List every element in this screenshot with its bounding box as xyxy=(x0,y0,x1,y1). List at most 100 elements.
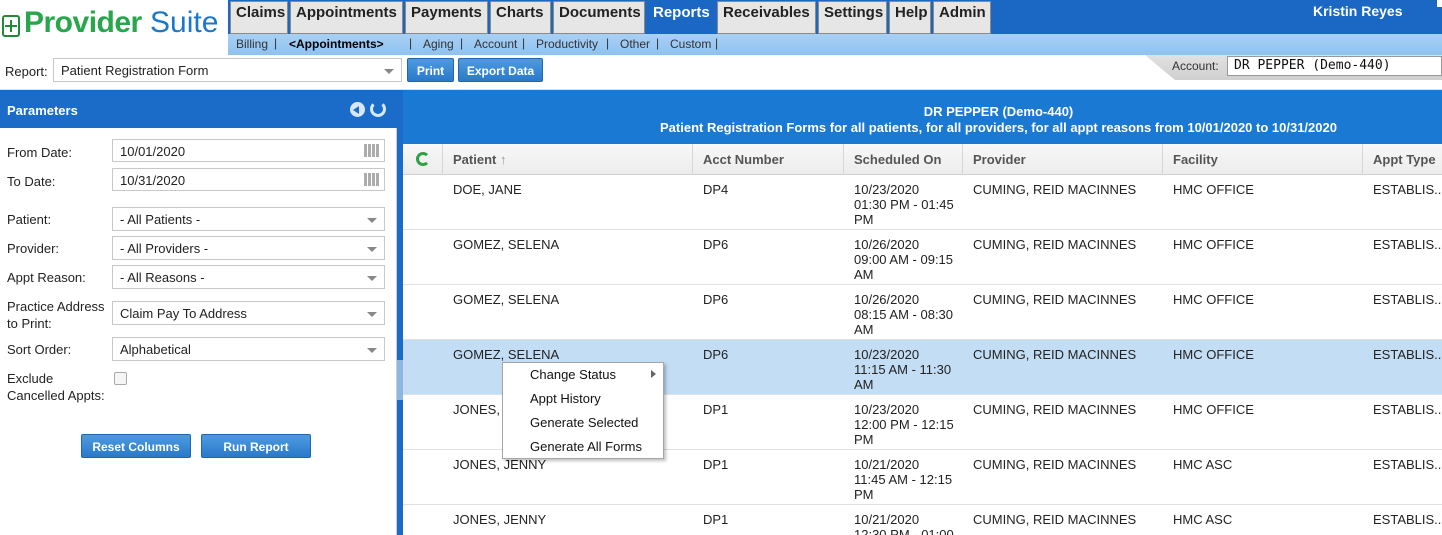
cell-facility: HMC OFFICE xyxy=(1173,182,1254,197)
column-header-patient[interactable]: Patient ↑ xyxy=(442,144,692,175)
cell-appt-type: ESTABLIS... xyxy=(1373,237,1442,252)
account-label: Account: xyxy=(1172,59,1219,73)
print-button[interactable]: Print xyxy=(407,58,454,82)
subnav-separator: | xyxy=(656,36,660,50)
tab-appointments[interactable]: Appointments xyxy=(290,1,403,34)
calendar-icon[interactable] xyxy=(364,173,379,186)
menu-item-generate-selected[interactable]: Generate Selected xyxy=(530,415,638,430)
cell-appt-type: ESTABLIS... xyxy=(1373,182,1442,197)
cell-acct-number: DP6 xyxy=(703,237,729,252)
patient-label: Patient: xyxy=(7,212,52,227)
column-header-scheduled-on[interactable]: Scheduled On xyxy=(843,144,962,175)
cell-patient: GOMEZ, SELENA xyxy=(453,237,560,252)
tab-admin[interactable]: Admin xyxy=(933,1,991,34)
table-row[interactable]: DOE, JANE DP4 10/23/2020 01:30 PM - 01:45 … xyxy=(403,175,1442,230)
patient-select[interactable]: - All Patients - xyxy=(112,207,385,231)
menu-item-appt-history[interactable]: Appt History xyxy=(530,391,601,406)
cell-provider: CUMING, REID MACINNES xyxy=(973,292,1137,307)
main-nav: Claims Appointments Payments Charts Docu… xyxy=(228,0,1442,34)
cell-patient: GOMEZ, SELENA xyxy=(453,292,560,307)
table-row[interactable]: GOMEZ, SELENA DP6 10/26/2020 08:15 AM - 08… xyxy=(403,285,1442,340)
cell-patient: JONES, JENNY xyxy=(453,457,547,472)
appt-reason-select[interactable]: - All Reasons - xyxy=(112,265,385,289)
tab-receivables[interactable]: Receivables xyxy=(717,1,816,34)
run-report-button[interactable]: Run Report xyxy=(201,434,311,458)
exclude-cancelled-checkbox[interactable] xyxy=(114,372,127,385)
cell-facility: HMC ASC xyxy=(1173,457,1233,472)
reset-columns-button[interactable]: Reset Columns xyxy=(81,434,191,458)
table-row[interactable]: JONES, JENNY DP1 10/21/2020 12:30 PM - 01:… xyxy=(403,505,1442,535)
cell-scheduled-on: 10/23/2020 12:00 PM - 12:15 PM xyxy=(854,402,954,447)
menu-item-generate-all-forms[interactable]: Generate All Forms xyxy=(530,439,642,454)
subtab-productivity[interactable]: Productivity xyxy=(536,37,598,51)
to-date-input[interactable]: 10/31/2020 xyxy=(112,168,385,191)
provider-select[interactable]: - All Providers - xyxy=(112,236,385,260)
report-select[interactable]: Patient Registration Form xyxy=(53,58,402,82)
tab-settings[interactable]: Settings xyxy=(818,1,887,34)
chevron-down-icon xyxy=(367,218,377,223)
subtab-aging[interactable]: Aging xyxy=(423,37,454,51)
provider-label: Provider: xyxy=(7,241,60,256)
column-header-acct-number[interactable]: Acct Number xyxy=(692,144,843,175)
subtab-appointments[interactable]: <Appointments> xyxy=(289,37,384,51)
to-date-label: To Date: xyxy=(7,174,56,189)
tab-payments[interactable]: Payments xyxy=(405,1,488,34)
subtab-custom[interactable]: Custom xyxy=(670,37,711,51)
tab-help[interactable]: Help xyxy=(889,1,931,34)
tab-documents[interactable]: Documents xyxy=(553,1,645,34)
practice-address-label: Practice Address xyxy=(7,299,105,314)
practice-address-label-2: to Print: xyxy=(7,316,52,331)
subtab-other[interactable]: Other xyxy=(620,37,650,51)
sort-order-select[interactable]: Alphabetical xyxy=(112,337,385,361)
account-input[interactable]: DR PEPPER (Demo-440) xyxy=(1227,56,1442,76)
report-panel: DR PEPPER (Demo-440) Patient Registratio… xyxy=(403,90,1442,535)
cell-provider: CUMING, REID MACINNES xyxy=(973,182,1137,197)
subtab-billing[interactable]: Billing xyxy=(236,37,268,51)
cell-acct-number: DP1 xyxy=(703,512,729,527)
cell-provider: CUMING, REID MACINNES xyxy=(973,512,1137,527)
subtab-account[interactable]: Account xyxy=(474,37,517,51)
cell-facility: HMC OFFICE xyxy=(1173,237,1254,252)
cell-scheduled-on: 10/26/2020 09:00 AM - 09:15 AM xyxy=(854,237,954,282)
from-date-input[interactable]: 10/01/2020 xyxy=(112,139,385,162)
cell-patient: JONES, xyxy=(453,402,500,417)
cell-facility: HMC OFFICE xyxy=(1173,347,1254,362)
sort-ascending-icon: ↑ xyxy=(499,152,507,167)
cell-acct-number: DP6 xyxy=(703,347,729,362)
column-header-patient-label: Patient xyxy=(453,152,497,167)
table-row[interactable]: GOMEZ, SELENA DP6 10/26/2020 09:00 AM - 09… xyxy=(403,230,1442,285)
patient-select-value: - All Patients - xyxy=(120,212,201,227)
cell-patient: JONES, JENNY xyxy=(453,512,547,527)
column-header-facility[interactable]: Facility xyxy=(1162,144,1362,175)
tab-charts[interactable]: Charts xyxy=(490,1,551,34)
report-label: Report: xyxy=(5,64,48,79)
window-corner xyxy=(1437,0,1442,7)
cell-facility: HMC OFFICE xyxy=(1173,292,1254,307)
column-header-provider[interactable]: Provider xyxy=(962,144,1162,175)
cell-scheduled-on: 10/21/2020 12:30 PM - 01:00 xyxy=(854,512,954,535)
cell-appt-type: ESTABLIS... xyxy=(1373,402,1442,417)
user-name[interactable]: Kristin Reyes xyxy=(1313,3,1402,19)
logo-text-suite: Suite xyxy=(150,6,219,39)
chevron-down-icon xyxy=(367,276,377,281)
medical-cross-icon xyxy=(2,15,20,37)
collapse-left-icon[interactable] xyxy=(350,102,365,117)
app-logo[interactable]: Provider Suite xyxy=(0,0,228,55)
report-header: DR PEPPER (Demo-440) Patient Registratio… xyxy=(403,90,1442,144)
provider-select-value: - All Providers - xyxy=(120,241,209,256)
menu-item-change-status[interactable]: Change Status xyxy=(530,367,616,382)
cell-appt-type: ESTABLIS... xyxy=(1373,457,1442,472)
tab-claims[interactable]: Claims xyxy=(230,1,288,34)
cell-facility: HMC OFFICE xyxy=(1173,402,1254,417)
refresh-icon[interactable] xyxy=(370,101,386,117)
cell-acct-number: DP1 xyxy=(703,402,729,417)
refresh-icon[interactable] xyxy=(416,152,430,166)
practice-address-select-value: Claim Pay To Address xyxy=(120,306,247,321)
cell-scheduled-on: 10/23/2020 11:15 AM - 11:30 AM xyxy=(854,347,952,392)
calendar-icon[interactable] xyxy=(364,144,379,157)
column-header-appt-type[interactable]: Appt Type xyxy=(1362,144,1442,175)
appt-reason-select-value: - All Reasons - xyxy=(120,270,205,285)
practice-address-select[interactable]: Claim Pay To Address xyxy=(112,301,385,325)
tab-reports[interactable]: Reports xyxy=(647,1,715,34)
export-data-button[interactable]: Export Data xyxy=(458,58,543,82)
